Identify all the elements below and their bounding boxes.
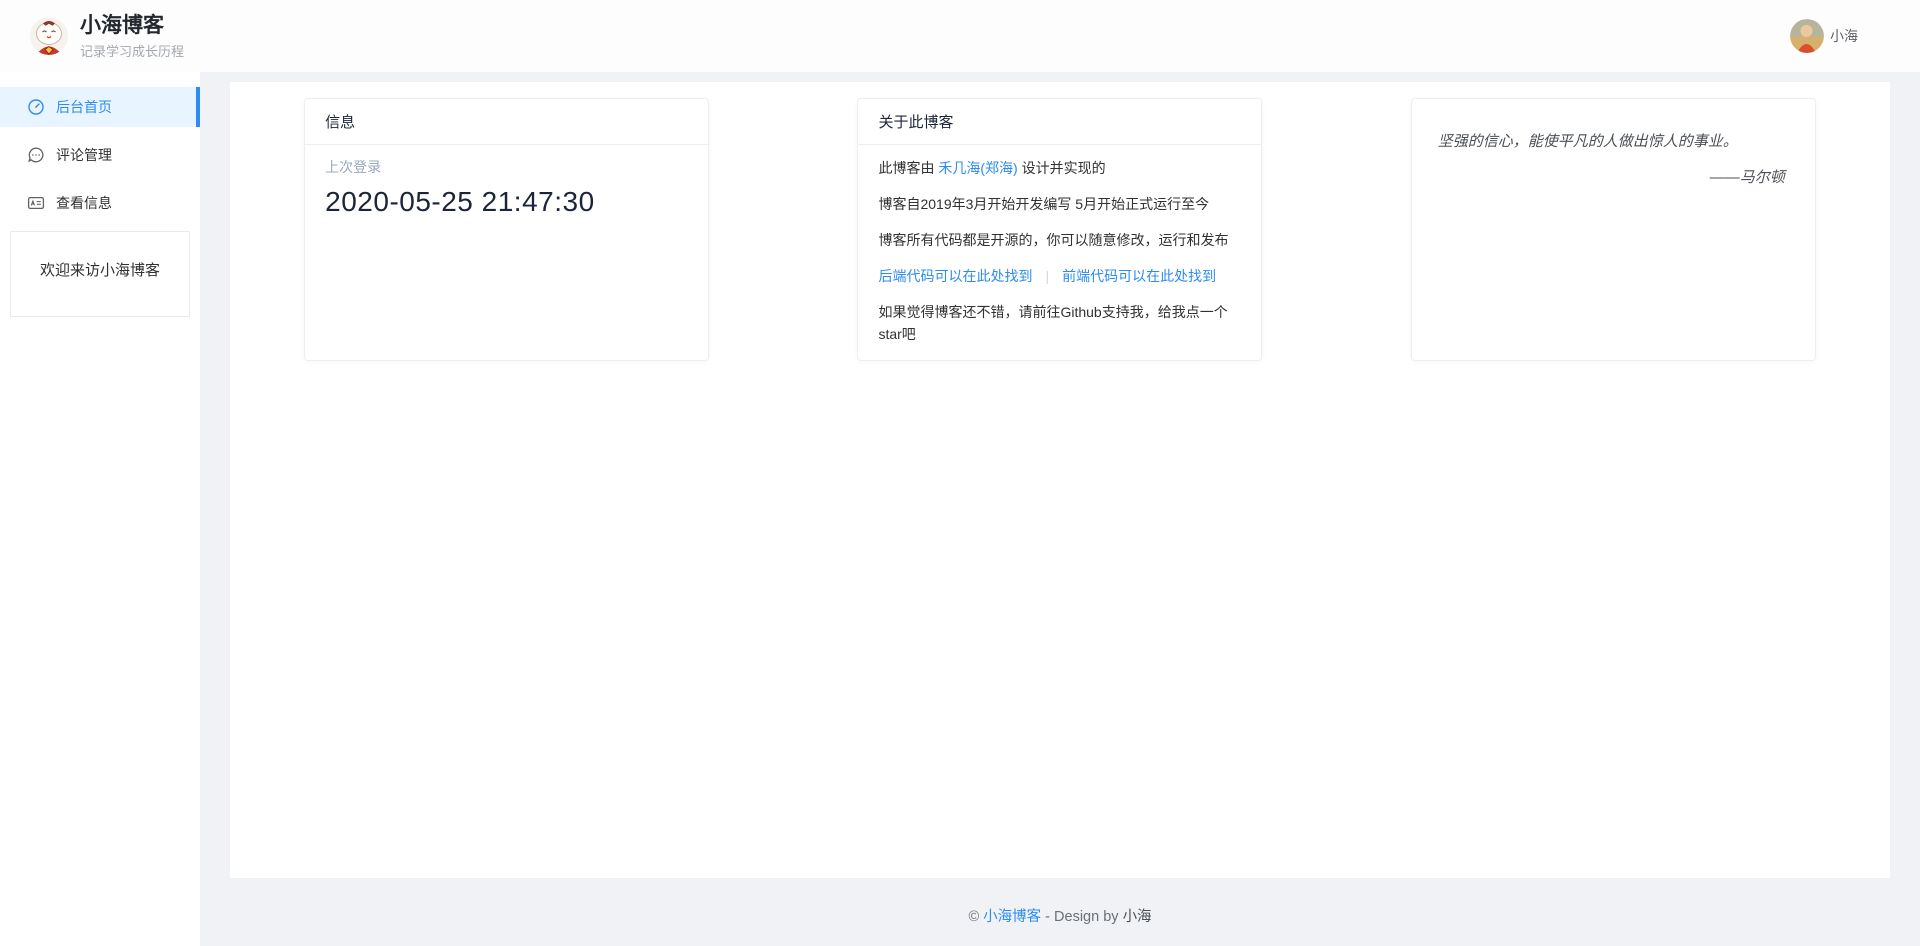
- sidebar-item-label: 后台首页: [56, 97, 112, 117]
- sidebar: 后台首页 评论管理 查看信息 欢迎来访小海博客: [0, 72, 200, 946]
- info-card-body: 上次登录 2020-05-25 21:47:30: [305, 145, 708, 230]
- username-label: 小海: [1830, 26, 1858, 46]
- footer-site-link[interactable]: 小海博客: [983, 909, 1041, 925]
- backend-code-link[interactable]: 后端代码可以在此处找到: [878, 268, 1032, 284]
- last-login-label: 上次登录: [325, 157, 688, 177]
- about-line-5: 如果觉得博客还不错，请前往Github支持我，给我点一个star吧: [878, 301, 1241, 345]
- about-line-3: 博客所有代码都是开源的，你可以随意修改，运行和发布: [878, 229, 1241, 251]
- quote-card: 坚强的信心，能使平凡的人做出惊人的事业。 ——马尔顿: [1411, 98, 1816, 361]
- app-header: 小海博客 记录学习成长历程 小海: [0, 0, 1920, 72]
- about-card: 关于此博客 此博客由 禾几海(郑海) 设计并实现的 博客自2019年3月开始开发…: [857, 98, 1262, 361]
- quote-text: 坚强的信心，能使平凡的人做出惊人的事业。: [1438, 131, 1789, 153]
- main-content: 信息 上次登录 2020-05-25 21:47:30 关于此博客 此博客由 禾…: [230, 82, 1890, 878]
- quote-card-body: 坚强的信心，能使平凡的人做出惊人的事业。 ——马尔顿: [1412, 99, 1815, 187]
- about-line-2: 博客自2019年3月开始开发编写 5月开始正式运行至今: [878, 193, 1241, 215]
- frontend-code-link[interactable]: 前端代码可以在此处找到: [1062, 268, 1216, 284]
- quote-author: ——马尔顿: [1438, 166, 1789, 187]
- column-quote: 坚强的信心，能使平凡的人做出惊人的事业。 ——马尔顿: [1337, 98, 1890, 361]
- about-line-links: 后端代码可以在此处找到|前端代码可以在此处找到: [878, 265, 1241, 287]
- blog-logo-icon: [30, 17, 68, 55]
- cards-row: 信息 上次登录 2020-05-25 21:47:30 关于此博客 此博客由 禾…: [230, 82, 1890, 361]
- site-title: 小海博客: [80, 13, 184, 38]
- info-card: 信息 上次登录 2020-05-25 21:47:30: [304, 98, 709, 361]
- sidebar-item-comments[interactable]: 评论管理: [0, 135, 200, 175]
- welcome-text: 欢迎来访小海博客: [40, 262, 160, 279]
- page-footer: © 小海博客 - Design by 小海: [230, 905, 1890, 926]
- column-about: 关于此博客 此博客由 禾几海(郑海) 设计并实现的 博客自2019年3月开始开发…: [783, 98, 1336, 361]
- sidebar-item-label: 评论管理: [56, 145, 112, 165]
- user-menu[interactable]: 小海: [1790, 19, 1858, 53]
- comment-icon: [27, 146, 45, 164]
- footer-middle-text: - Design by: [1041, 909, 1122, 925]
- sidebar-item-view-info[interactable]: 查看信息: [0, 183, 200, 223]
- about-card-title: 关于此博客: [858, 99, 1261, 145]
- info-card-title: 信息: [305, 99, 708, 145]
- footer-designer-name: 小海: [1123, 909, 1152, 925]
- about-line-1-suffix: 设计并实现的: [1018, 160, 1106, 176]
- sidebar-item-label: 查看信息: [56, 193, 112, 213]
- column-info: 信息 上次登录 2020-05-25 21:47:30: [230, 98, 783, 361]
- author-link[interactable]: 禾几海(郑海): [938, 160, 1017, 176]
- brand-block: 小海博客 记录学习成长历程: [80, 13, 184, 60]
- user-avatar: [1790, 19, 1824, 53]
- about-line-1: 此博客由 禾几海(郑海) 设计并实现的: [878, 157, 1241, 179]
- sidebar-welcome-box: 欢迎来访小海博客: [10, 231, 190, 317]
- last-login-time: 2020-05-25 21:47:30: [325, 186, 688, 218]
- id-card-icon: [27, 194, 45, 212]
- sidebar-item-dashboard[interactable]: 后台首页: [0, 87, 200, 127]
- dashboard-icon: [27, 98, 45, 116]
- site-subtitle: 记录学习成长历程: [80, 41, 184, 60]
- copyright-prefix: ©: [968, 909, 983, 925]
- link-separator: |: [1032, 268, 1062, 284]
- about-line-1-prefix: 此博客由: [878, 160, 938, 176]
- about-card-body: 此博客由 禾几海(郑海) 设计并实现的 博客自2019年3月开始开发编写 5月开…: [858, 145, 1261, 361]
